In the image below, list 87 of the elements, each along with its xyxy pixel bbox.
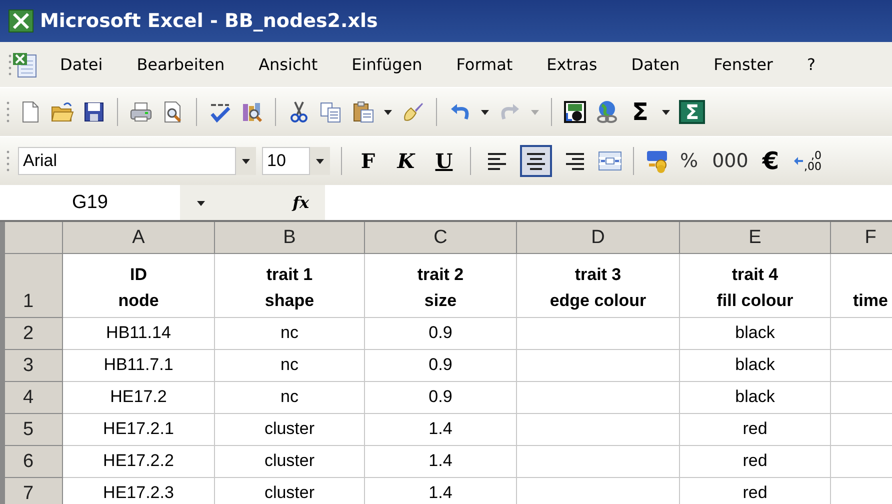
font-size-field[interactable]: 10 <box>262 147 310 175</box>
menu-item[interactable]: Format <box>454 53 515 76</box>
table-cell: HB11.14 <box>63 318 215 350</box>
spreadsheet-logo-icon <box>8 9 34 33</box>
coins-icon[interactable] <box>645 149 669 173</box>
row-header[interactable]: 2 <box>5 318 63 350</box>
menu-item[interactable]: Bearbeiten <box>134 53 227 76</box>
grip-icon <box>6 99 10 125</box>
menu-item[interactable]: ? <box>804 53 818 76</box>
number-format-button[interactable]: % <box>677 148 702 174</box>
row-header[interactable]: 1 <box>5 254 63 318</box>
table-cell: cluster <box>215 446 365 478</box>
brush-icon[interactable] <box>401 100 425 124</box>
table-cell: trait 4 fill colour <box>680 254 831 318</box>
table-cell: 1.4 <box>365 446 517 478</box>
font-field[interactable]: Arial <box>18 147 236 175</box>
column-header[interactable]: C <box>365 222 517 254</box>
table-cell: 0.9 <box>365 382 517 414</box>
table-cell: HE17.2.2 <box>63 446 215 478</box>
row-header[interactable]: 5 <box>5 414 63 446</box>
window-title: Microsoft Excel - BB_nodes2.xls <box>40 10 378 32</box>
column-header[interactable]: B <box>215 222 365 254</box>
printer-icon[interactable] <box>129 100 153 124</box>
column-header[interactable]: A <box>63 222 215 254</box>
table-cell: cluster <box>215 478 365 504</box>
row-header[interactable]: 3 <box>5 350 63 382</box>
table-cell: HE17.2 <box>63 382 215 414</box>
folder-icon[interactable] <box>50 100 74 124</box>
row-header[interactable]: 7 <box>5 478 63 504</box>
column-header[interactable]: F <box>831 222 892 254</box>
function-label[interactable]: fx <box>292 193 309 212</box>
caret-icon[interactable] <box>383 107 393 117</box>
table-cell: time <box>831 254 892 318</box>
align-center-button[interactable] <box>520 145 552 177</box>
number-format-button[interactable]: 000 <box>709 148 752 174</box>
table-cell: 0.9 <box>365 318 517 350</box>
caret-icon[interactable] <box>241 156 251 166</box>
caret-icon[interactable] <box>480 107 490 117</box>
left-arrow-icon <box>793 156 804 166</box>
menu-item[interactable]: Ansicht <box>256 53 320 76</box>
table-cell: nc <box>215 318 365 350</box>
column-header[interactable]: E <box>680 222 831 254</box>
formula-input[interactable] <box>325 185 892 220</box>
menu-item[interactable]: Daten <box>629 53 682 76</box>
table-cell: nc <box>215 382 365 414</box>
table-cell: black <box>680 350 831 382</box>
table-cell: HB11.7.1 <box>63 350 215 382</box>
merge-center-icon[interactable] <box>598 149 622 173</box>
copy-icon[interactable] <box>319 100 343 124</box>
table-cell: trait 1 shape <box>215 254 365 318</box>
caret-icon[interactable] <box>315 156 325 166</box>
name-box[interactable]: G19 <box>0 185 180 220</box>
table-cell: red <box>680 478 831 504</box>
table-cell: HE17.2.1 <box>63 414 215 446</box>
number-format-button[interactable]: € <box>759 146 782 176</box>
autosum-button[interactable]: Σ <box>627 97 654 127</box>
table-cell: 1.4 <box>365 414 517 446</box>
table-cell: ID node <box>63 254 215 318</box>
autosum-button[interactable]: Σ <box>679 100 706 124</box>
books-magnifier-icon[interactable] <box>240 100 264 124</box>
table-cell: red <box>680 446 831 478</box>
menu-item[interactable]: Extras <box>544 53 600 76</box>
grip-icon <box>6 148 10 174</box>
table-cell: HE17.2.3 <box>63 478 215 504</box>
table-cell: black <box>680 382 831 414</box>
table-cell: cluster <box>215 414 365 446</box>
menu-item[interactable]: Einfügen <box>350 53 424 76</box>
table-cell: 0.9 <box>365 350 517 382</box>
table-cell: 1.4 <box>365 478 517 504</box>
table-cell: nc <box>215 350 365 382</box>
column-header[interactable]: D <box>517 222 680 254</box>
row-header[interactable]: 4 <box>5 382 63 414</box>
table-cell: trait 3 edge colour <box>517 254 680 318</box>
italic-button[interactable]: K <box>391 148 421 174</box>
menu-item[interactable]: Datei <box>58 53 105 76</box>
underline-button[interactable]: U <box>429 148 459 174</box>
menu-item[interactable]: Fenster <box>712 53 775 76</box>
row-header[interactable]: 6 <box>5 446 63 478</box>
table-cell: red <box>680 414 831 446</box>
table-cell: trait 2 size <box>365 254 517 318</box>
table-cell: black <box>680 318 831 350</box>
increase-decimal-button[interactable]: ,0 ,00 <box>790 147 825 175</box>
globe-icon[interactable] <box>595 100 619 124</box>
clipboard-icon[interactable] <box>351 100 375 124</box>
bold-button[interactable]: F <box>353 148 383 174</box>
caret-icon[interactable] <box>661 107 672 117</box>
workbook-icon[interactable] <box>12 52 38 78</box>
